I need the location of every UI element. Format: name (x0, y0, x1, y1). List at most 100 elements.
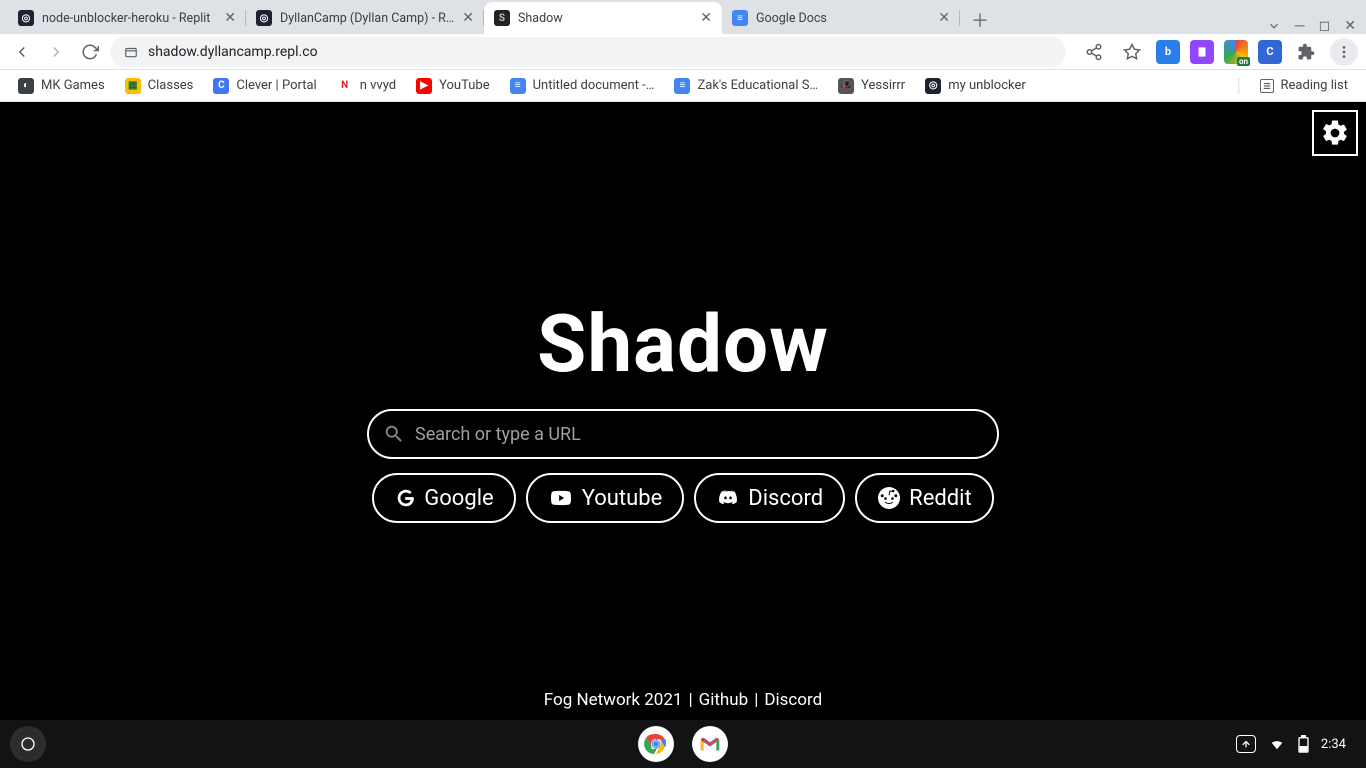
favicon-3: ≡ (732, 10, 748, 26)
address-bar[interactable]: shadow.dyllancamp.repl.co (110, 37, 1066, 67)
favicon-2: S (494, 10, 510, 26)
quick-links: Google Youtube Discord Reddit (372, 473, 993, 523)
quicklink-discord[interactable]: Discord (694, 473, 845, 523)
tab-1[interactable]: ◎ DyllanCamp (Dyllan Camp) - Repl ✕ (246, 2, 484, 34)
bookmark-item-8[interactable]: ◎ my unblocker (917, 74, 1034, 98)
footer-sep-1: | (688, 690, 692, 710)
page-footer: Fog Network 2021 | Github | Discord (544, 690, 822, 710)
search-bar[interactable] (367, 409, 999, 459)
quicklink-youtube-label: Youtube (582, 486, 663, 511)
extension-badge: on (1237, 57, 1250, 66)
chrome-icon (641, 729, 671, 759)
chromeos-shelf: 2:34 (0, 720, 1366, 768)
search-icon (383, 423, 405, 445)
bookmark-label-8: my unblocker (948, 78, 1026, 93)
reading-list-icon (1260, 79, 1274, 93)
bookmark-item-2[interactable]: C Clever | Portal (205, 74, 324, 98)
window-maximize-button[interactable]: ◻ (1319, 18, 1331, 34)
extension-profile[interactable]: on (1224, 40, 1248, 64)
shelf-app-chrome[interactable] (638, 726, 674, 762)
page-content: Shadow Google Youtube Discord Reddit (0, 102, 1366, 720)
tab-title-3: Google Docs (756, 11, 930, 26)
bookmark-label-3: n vvyd (360, 78, 396, 93)
reload-button[interactable] (76, 38, 104, 66)
favicon-1: ◎ (256, 10, 272, 26)
new-tab-button[interactable]: ＋ (966, 6, 994, 34)
favicon-0: ◎ (18, 10, 34, 26)
extensions-puzzle-icon[interactable] (1292, 38, 1320, 66)
tab-close-0[interactable]: ✕ (224, 11, 236, 25)
extension-b[interactable]: b (1156, 40, 1180, 64)
tab-0[interactable]: ◎ node-unblocker-heroku - Replit ✕ (8, 2, 246, 34)
settings-button[interactable] (1312, 110, 1358, 156)
quicklink-discord-label: Discord (748, 486, 823, 511)
gmail-icon (699, 735, 721, 753)
tab-close-2[interactable]: ✕ (700, 11, 712, 25)
tab-title-1: DyllanCamp (Dyllan Camp) - Repl (280, 11, 454, 26)
bookmark-item-4[interactable]: ▶YouTube (408, 74, 498, 98)
extension-c[interactable]: C (1258, 40, 1282, 64)
bookmark-label-7: Yessirrr (861, 78, 905, 93)
quicklink-google[interactable]: Google (372, 473, 515, 523)
bookmark-star-icon[interactable] (1118, 38, 1146, 66)
bookmark-item-5[interactable]: ≡Untitled document -… (502, 74, 663, 98)
bookmark-item-3[interactable]: Nn vvyd (329, 74, 404, 98)
footer-sep-2: | (754, 690, 758, 710)
tab-close-3[interactable]: ✕ (938, 11, 950, 25)
browser-tabstrip: ◎ node-unblocker-heroku - Replit ✕ ◎ Dyl… (0, 0, 1366, 34)
reading-list-button[interactable]: Reading list (1252, 74, 1356, 97)
bookmark-item-1[interactable]: ▦Classes (117, 74, 202, 98)
site-info-icon[interactable] (124, 45, 138, 59)
forward-button[interactable] (42, 38, 70, 66)
window-minimize-button[interactable]: ─ (1295, 17, 1305, 34)
bookmark-item-6[interactable]: ≡ Zak's Educational S… (666, 74, 826, 98)
bookmark-label-4: YouTube (439, 78, 490, 93)
bookmark-icon-2: C (213, 78, 229, 94)
bookmark-icon-6: ≡ (674, 78, 690, 94)
quicklink-reddit[interactable]: Reddit (855, 473, 994, 523)
status-tray[interactable]: 2:34 (1226, 726, 1356, 762)
tab-search-icon[interactable] (1267, 19, 1281, 33)
back-button[interactable] (8, 38, 36, 66)
footer-copyright: Fog Network 2021 (544, 690, 683, 710)
shelf-app-gmail[interactable] (692, 726, 728, 762)
tab-3[interactable]: ≡ Google Docs ✕ (722, 2, 960, 34)
launcher-icon (20, 736, 36, 752)
shelf-pinned-apps (638, 726, 728, 762)
clock: 2:34 (1321, 737, 1346, 752)
reading-list-label: Reading list (1281, 78, 1348, 93)
launcher-button[interactable] (10, 726, 46, 762)
bookmarks-bar: ◐ MK Games ▦Classes C Clever | Portal Nn v… (0, 70, 1366, 102)
gear-icon (1320, 118, 1350, 148)
bookmark-item-7[interactable]: 🎩 Yessirrr (830, 74, 913, 98)
extension-tw[interactable] (1190, 40, 1214, 64)
google-icon (394, 487, 416, 509)
bookmark-label-2: Clever | Portal (236, 78, 316, 93)
bookmark-label-5: Untitled document -… (533, 78, 655, 93)
window-close-button[interactable]: ✕ (1344, 18, 1356, 34)
chrome-menu-icon[interactable] (1330, 38, 1358, 66)
browser-toolbar: shadow.dyllancamp.repl.co b on C (0, 34, 1366, 70)
tab-title-2: Shadow (518, 11, 692, 26)
bookmark-icon-8: ◎ (925, 78, 941, 94)
tote-icon (1236, 735, 1256, 753)
bookmark-item-0[interactable]: ◐ MK Games (10, 74, 113, 98)
search-input[interactable] (415, 424, 983, 445)
discord-icon (716, 488, 740, 508)
footer-link-discord[interactable]: Discord (764, 690, 822, 710)
reddit-icon (877, 486, 901, 510)
bookmark-label-6: Zak's Educational S… (697, 78, 818, 93)
bookmark-icon-7: 🎩 (838, 78, 854, 94)
share-icon[interactable] (1080, 38, 1108, 66)
bookmark-icon-3: N (337, 78, 353, 94)
tab-2-active[interactable]: S Shadow ✕ (484, 2, 722, 34)
bookmark-label-0: MK Games (41, 78, 105, 93)
quicklink-youtube[interactable]: Youtube (526, 473, 685, 523)
address-bar-url: shadow.dyllancamp.repl.co (148, 44, 318, 60)
bookmark-icon-1: ▦ (125, 78, 141, 94)
bookmark-icon-0: ◐ (18, 78, 34, 94)
quicklink-google-label: Google (424, 486, 493, 511)
tab-close-1[interactable]: ✕ (462, 11, 474, 25)
page-title: Shadow (537, 297, 829, 391)
footer-link-github[interactable]: Github (699, 690, 749, 710)
